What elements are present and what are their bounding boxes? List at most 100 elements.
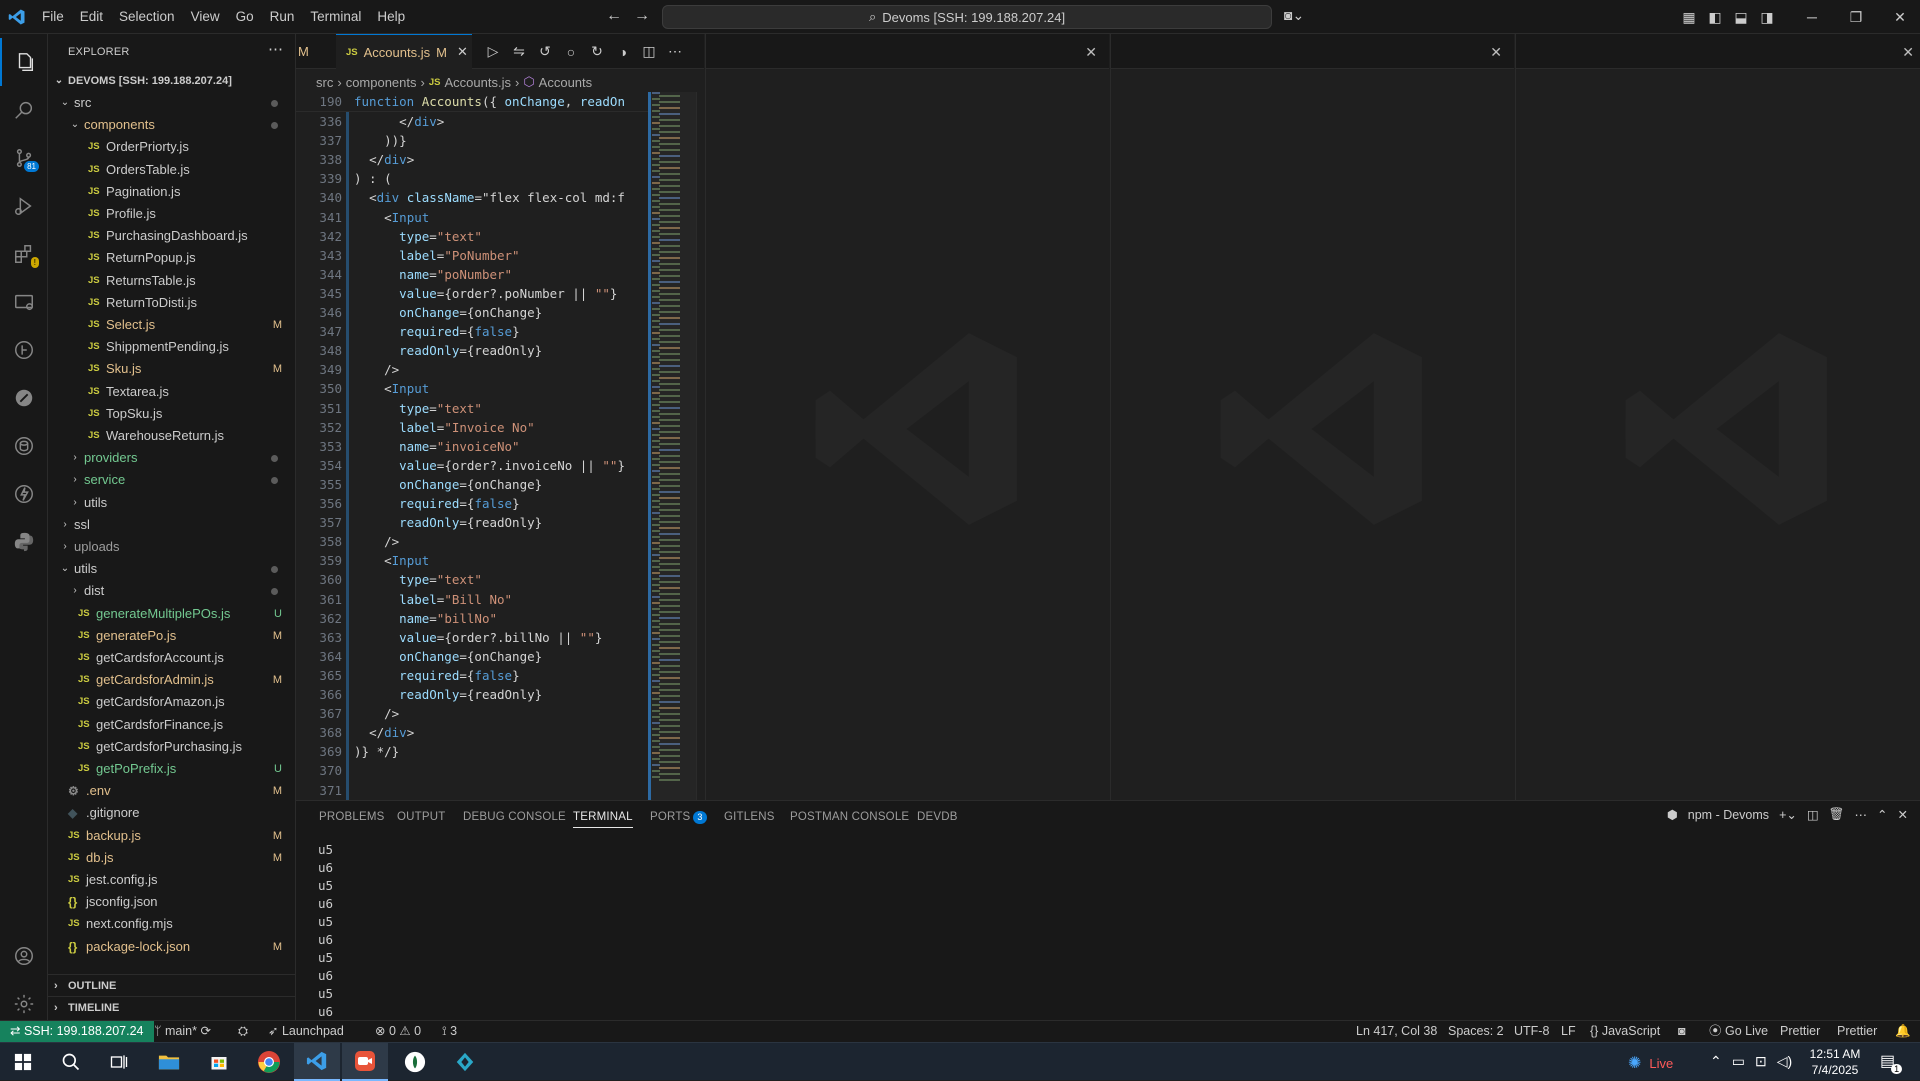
extensions-icon[interactable]: !	[0, 230, 48, 278]
menu-edit[interactable]: Edit	[72, 0, 111, 34]
launchpad-indicator[interactable]: ➶ Launchpad	[268, 1021, 344, 1042]
sticky-scroll-line[interactable]: 190 function Accounts({ onChange, readOn	[296, 92, 648, 112]
accounts-icon[interactable]	[0, 932, 48, 980]
vertical-scrollbar[interactable]	[696, 92, 704, 800]
notifications-bell-icon[interactable]: 🔔	[1895, 1021, 1911, 1042]
restore-icon[interactable]: ❐	[1834, 9, 1878, 26]
tab-ports[interactable]: PORTS 3	[650, 811, 707, 824]
toggle-secondary-sidebar-icon[interactable]: ◨	[1754, 9, 1780, 26]
taskbar-search-icon[interactable]	[48, 1043, 94, 1081]
breadcrumb-file[interactable]: Accounts.js	[444, 75, 510, 90]
thunder-client-icon[interactable]	[0, 470, 48, 518]
tree-item[interactable]: ⚙ .env M	[48, 780, 296, 802]
tab-debug-console[interactable]: DEBUG CONSOLE	[463, 811, 566, 823]
compare-changes-icon[interactable]: ⇋	[506, 43, 532, 60]
tree-item[interactable]: JS OrderPriorty.js	[48, 136, 296, 158]
tree-item[interactable]: JS Profile.js	[48, 203, 296, 225]
next-change-icon[interactable]: ↻	[584, 43, 610, 60]
gitlens-icon[interactable]	[0, 326, 48, 374]
prettier-status-1[interactable]: Prettier	[1780, 1021, 1820, 1042]
tree-item[interactable]: JS getCardsforAmazon.js	[48, 691, 296, 713]
more-actions-icon[interactable]: ⋯	[1855, 807, 1868, 822]
close-panel-icon[interactable]: ✕	[1898, 807, 1908, 822]
tray-chevron-up-icon[interactable]: ⌃	[1710, 1053, 1722, 1070]
clock[interactable]: 12:51 AM 7/4/2025	[1800, 1046, 1870, 1078]
back-arrow-icon[interactable]: ←	[606, 7, 622, 25]
split-editor-icon[interactable]: ◫	[636, 43, 662, 60]
toggle-sidebar-icon[interactable]: ◧	[1702, 9, 1728, 26]
app-icon-blue[interactable]	[442, 1043, 488, 1081]
tree-item[interactable]: JS getCardsforAdmin.js M	[48, 669, 296, 691]
timeline-section[interactable]: › TIMELINE	[48, 996, 296, 1018]
customize-layout-icon[interactable]: ▦	[1676, 9, 1702, 26]
zoom-app-icon[interactable]	[342, 1043, 388, 1081]
tree-item[interactable]: JS generateMultiplePOs.js U	[48, 603, 296, 625]
tree-item[interactable]: JS OrdersTable.js	[48, 159, 296, 181]
tree-item[interactable]: JS getPoPrefix.js U	[48, 758, 296, 780]
tree-item[interactable]: JS jest.config.js	[48, 869, 296, 891]
tree-item[interactable]: › service	[48, 469, 296, 491]
volume-icon[interactable]: ◁)	[1777, 1053, 1792, 1070]
tree-item[interactable]: JS WarehouseReturn.js	[48, 425, 296, 447]
tab-output[interactable]: OUTPUT	[397, 811, 445, 823]
language-mode[interactable]: {} JavaScript	[1590, 1021, 1660, 1042]
tree-item[interactable]: JS ShippmentPending.js	[48, 336, 296, 358]
tree-item[interactable]: JS getCardsforAccount.js	[48, 647, 296, 669]
remote-indicator[interactable]: ⇄ SSH: 199.188.207.24	[0, 1021, 154, 1042]
menu-file[interactable]: File	[34, 0, 72, 34]
sync-icon[interactable]: ⟳	[200, 1024, 210, 1038]
tab-close-icon[interactable]: ✕	[457, 44, 468, 60]
menu-view[interactable]: View	[183, 0, 228, 34]
vscode-taskbar-icon[interactable]	[294, 1043, 340, 1081]
menu-run[interactable]: Run	[262, 0, 303, 34]
accounts-status-icon[interactable]: ⛭	[238, 1021, 248, 1042]
tree-item[interactable]: JS PurchasingDashboard.js	[48, 225, 296, 247]
chrome-icon[interactable]	[246, 1043, 292, 1081]
breadcrumb-src[interactable]: src	[316, 75, 333, 90]
branch-indicator[interactable]: ᛘ main* ⟳	[154, 1021, 211, 1042]
more-actions-icon[interactable]: ⋯	[268, 40, 283, 58]
menu-go[interactable]: Go	[228, 0, 262, 34]
tree-item[interactable]: JS Sku.js M	[48, 358, 296, 380]
close-group-icon[interactable]: ✕	[1085, 44, 1097, 61]
tab-gitlens[interactable]: GITLENS	[724, 811, 775, 823]
timeline-icon[interactable]: ◑	[610, 44, 636, 60]
cursor-position[interactable]: Ln 417, Col 38	[1356, 1021, 1437, 1042]
tree-item[interactable]: › providers	[48, 447, 296, 469]
tree-item[interactable]: JS ReturnPopup.js	[48, 247, 296, 269]
breadcrumb-components[interactable]: components	[346, 75, 417, 90]
source-control-icon[interactable]: 81	[0, 134, 48, 182]
kill-terminal-icon[interactable]: 🗑	[1829, 807, 1845, 822]
menu-terminal[interactable]: Terminal	[302, 0, 369, 34]
task-view-icon[interactable]	[96, 1043, 142, 1081]
tree-item[interactable]: JS generatePo.js M	[48, 625, 296, 647]
forward-arrow-icon[interactable]: →	[634, 7, 650, 25]
tab-devdb[interactable]: DEVDB	[917, 811, 958, 823]
encoding[interactable]: UTF-8	[1514, 1021, 1549, 1042]
tree-item[interactable]: JS Pagination.js	[48, 181, 296, 203]
tree-item[interactable]: › utils	[48, 492, 296, 514]
tree-item[interactable]: JS db.js M	[48, 847, 296, 869]
tree-item[interactable]: › dist	[48, 580, 296, 602]
tree-item[interactable]: JS backup.js M	[48, 825, 296, 847]
tree-item[interactable]: JS next.config.mjs	[48, 913, 296, 935]
explorer-icon[interactable]	[0, 38, 48, 86]
tree-item[interactable]: ⌄ src	[48, 92, 296, 114]
run-debug-icon[interactable]	[0, 182, 48, 230]
live-widget[interactable]: ✺ Live	[1628, 1053, 1673, 1073]
workspace-root[interactable]: ⌄ DEVOMS [SSH: 199.188.207.24]	[48, 70, 296, 92]
tree-item[interactable]: JS Textarea.js	[48, 381, 296, 403]
database-icon[interactable]	[0, 422, 48, 470]
go-live-button[interactable]: ⦿ Go Live	[1709, 1021, 1768, 1042]
tab-postman-console[interactable]: POSTMAN CONSOLE	[790, 811, 909, 823]
tree-item[interactable]: {} jsconfig.json	[48, 891, 296, 913]
tree-item[interactable]: › ssl	[48, 514, 296, 536]
store-icon[interactable]	[196, 1043, 242, 1081]
menu-help[interactable]: Help	[369, 0, 413, 34]
tree-item[interactable]: › uploads	[48, 536, 296, 558]
end-of-line[interactable]: LF	[1561, 1021, 1576, 1042]
outline-section[interactable]: › OUTLINE	[48, 974, 296, 996]
split-terminal-icon[interactable]: ◫	[1807, 807, 1819, 822]
app-icon-dark[interactable]	[392, 1043, 438, 1081]
python-icon[interactable]	[0, 518, 48, 566]
